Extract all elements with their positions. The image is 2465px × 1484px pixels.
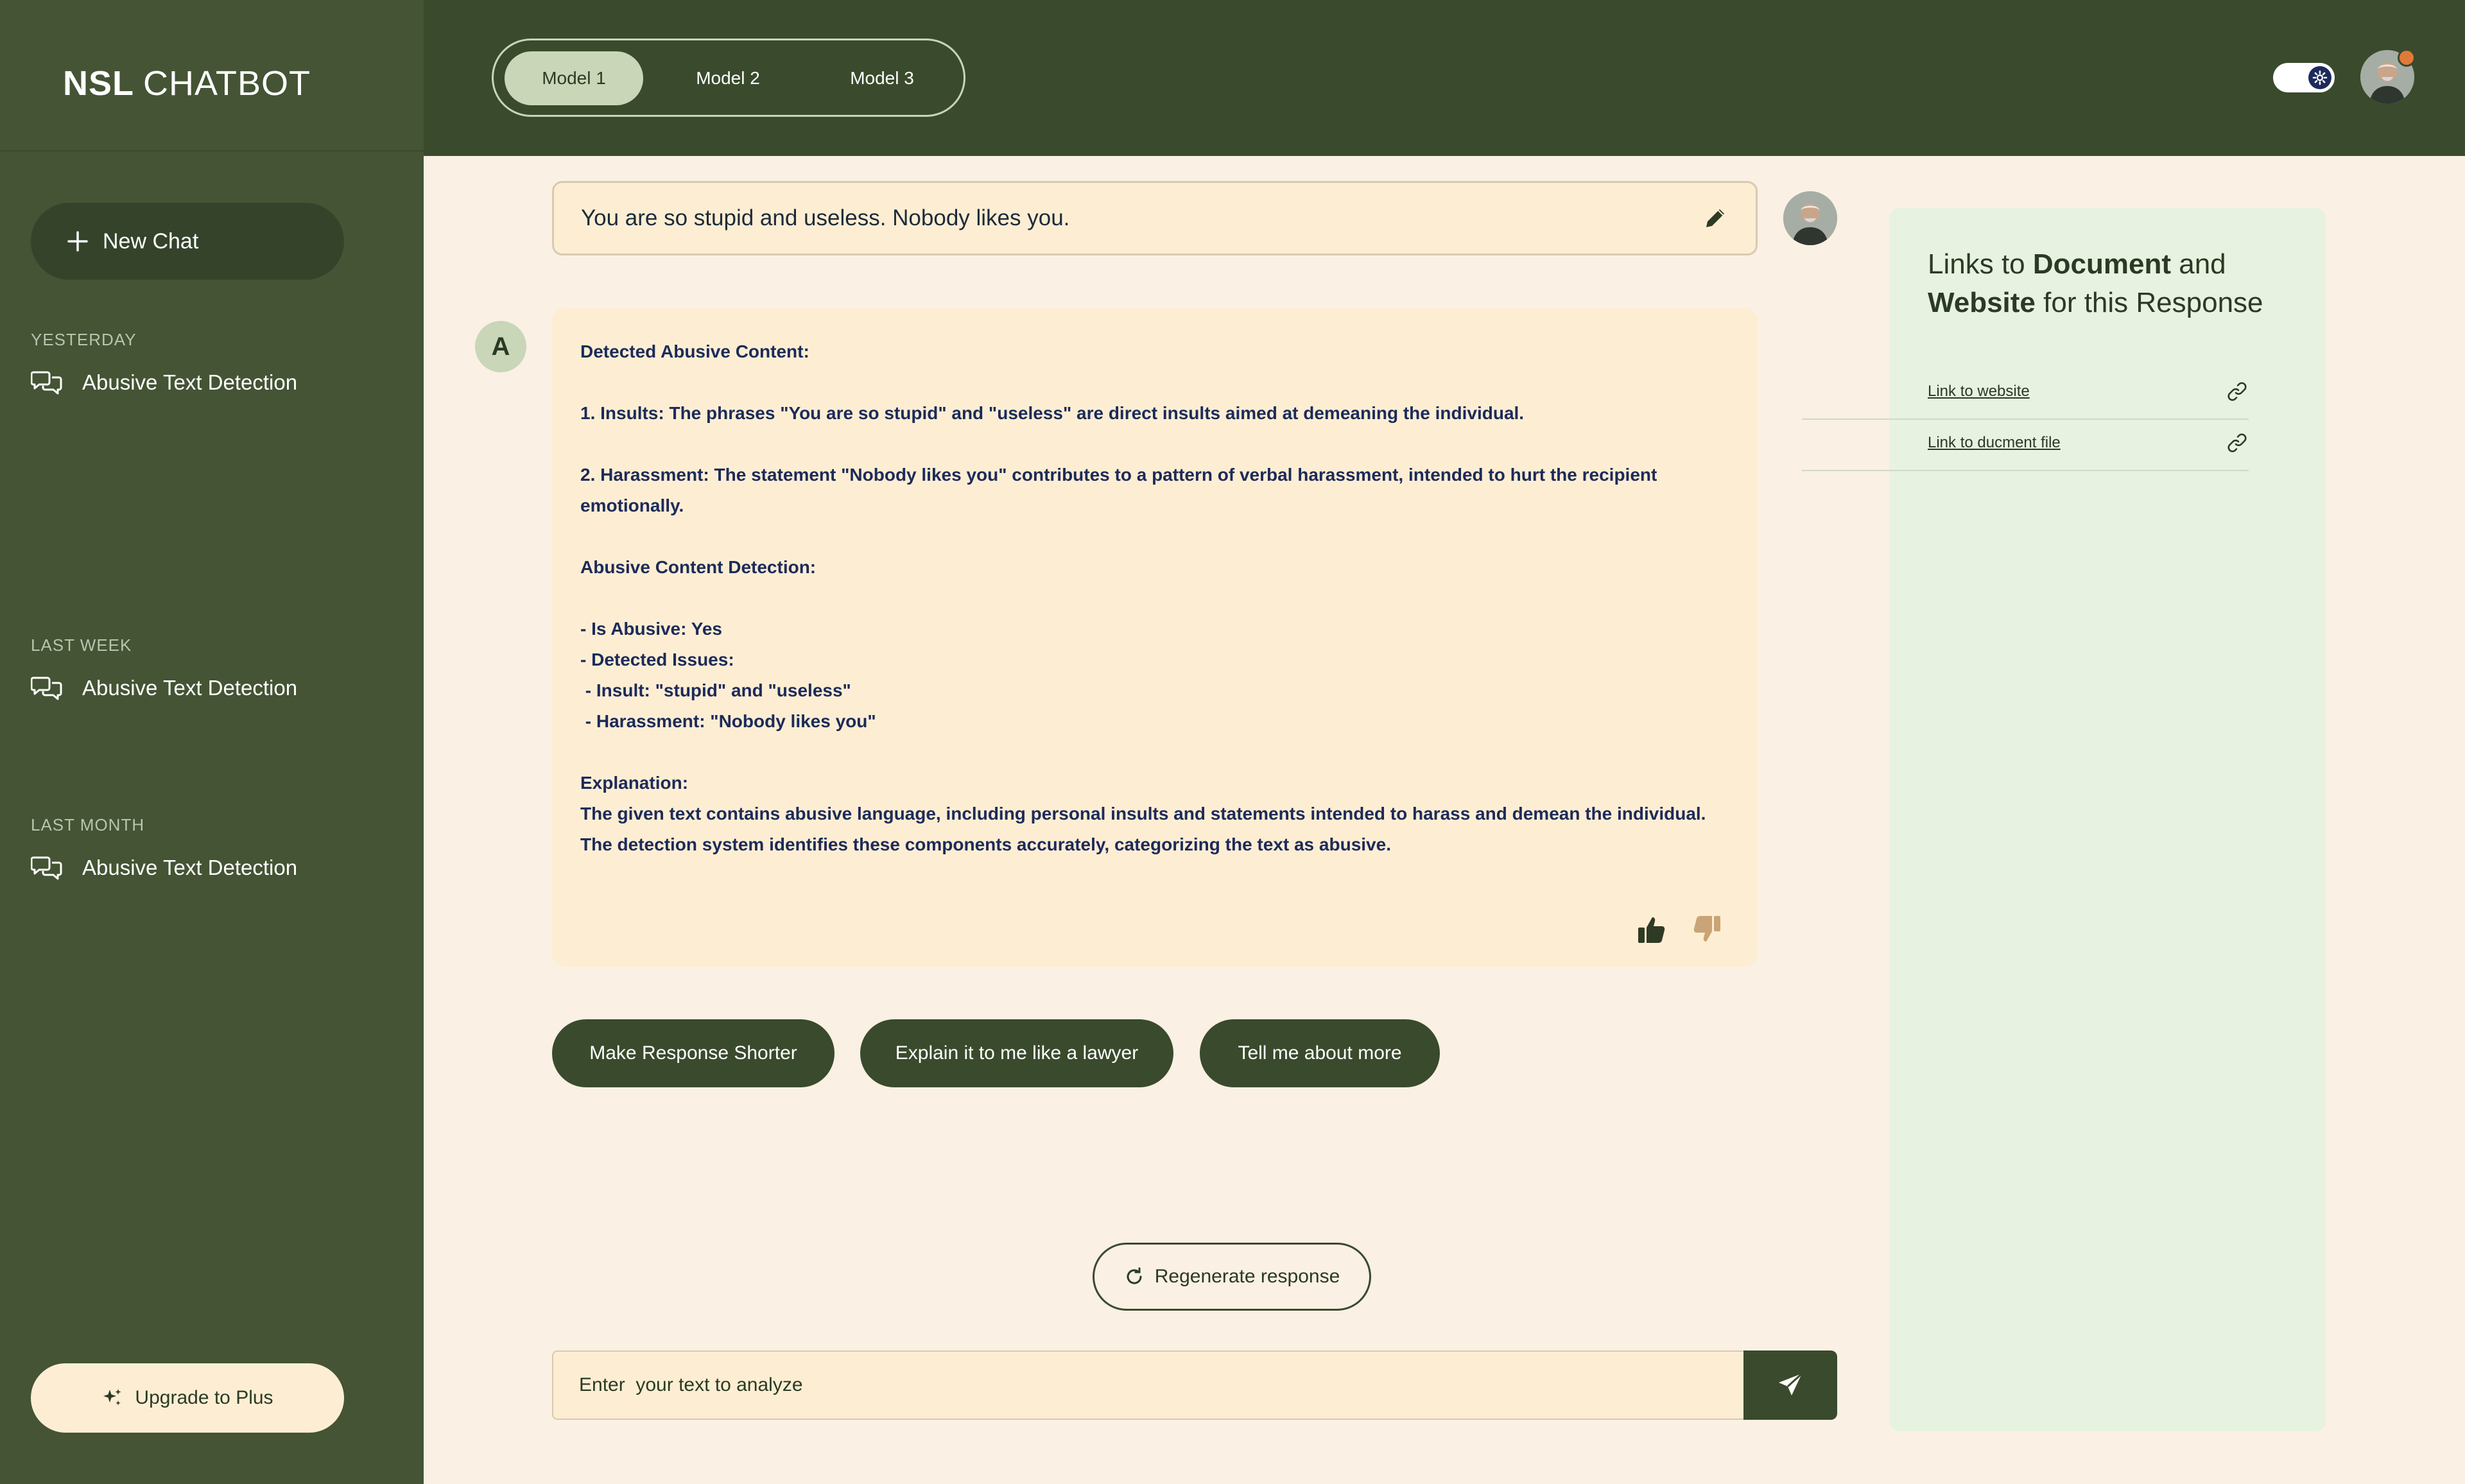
brand-logo: NSL CHATBOT xyxy=(63,62,311,105)
top-bar: Model 1 Model 2 Model 3 xyxy=(424,0,2465,156)
history-item-label: Abusive Text Detection xyxy=(82,370,298,394)
document-link[interactable]: Link to ducment file xyxy=(1928,434,2061,452)
chat-bubbles-icon xyxy=(31,674,63,702)
regenerate-label: Regenerate response xyxy=(1154,1266,1340,1287)
sidebar: NSL CHATBOT New Chat YESTERDAY Abusive T… xyxy=(0,0,424,1484)
section-label-last-month: LAST MONTH xyxy=(31,815,145,834)
pencil-icon xyxy=(1706,209,1724,227)
theme-toggle[interactable] xyxy=(2273,63,2335,92)
bot-avatar: A xyxy=(475,321,526,372)
link-row-website: Link to website xyxy=(1802,368,2249,420)
model-tab-2[interactable]: Model 2 xyxy=(659,51,797,105)
website-link[interactable]: Link to website xyxy=(1928,383,2030,401)
link-icon[interactable] xyxy=(2226,380,2249,403)
title-text: for this Response xyxy=(2035,287,2263,318)
history-item[interactable]: Abusive Text Detection xyxy=(31,366,297,399)
chat-input-bar xyxy=(552,1350,1837,1420)
title-text: Links to xyxy=(1928,248,2033,280)
history-item[interactable]: Abusive Text Detection xyxy=(31,671,297,705)
title-bold: Document xyxy=(2032,248,2171,280)
suggestion-chip-lawyer[interactable]: Explain it to me like a lawyer xyxy=(860,1019,1173,1087)
user-avatar xyxy=(1783,191,1837,245)
profile-avatar[interactable] xyxy=(2360,49,2416,104)
thumbs-up-icon xyxy=(1638,917,1665,943)
section-label-last-week: LAST WEEK xyxy=(31,635,132,655)
links-panel: Links to Document and Website for this R… xyxy=(1802,208,2326,1431)
plus-icon xyxy=(67,230,89,252)
bot-message-text: Detected Abusive Content: 1. Insults: Th… xyxy=(580,341,1706,854)
links-panel-title: Links to Document and Website for this R… xyxy=(1928,245,2313,322)
edit-button[interactable] xyxy=(1700,203,1730,233)
user-message: You are so stupid and useless. Nobody li… xyxy=(552,181,1758,255)
history-item[interactable]: Abusive Text Detection xyxy=(31,851,297,884)
suggestion-chip-more[interactable]: Tell me about more xyxy=(1200,1019,1440,1087)
history-item-label: Abusive Text Detection xyxy=(82,856,298,879)
chat-bubbles-icon xyxy=(31,854,63,882)
upgrade-label: Upgrade to Plus xyxy=(135,1387,273,1408)
new-chat-label: New Chat xyxy=(103,229,199,254)
link-row-document: Link to ducment file xyxy=(1802,420,2249,471)
bot-message: Detected Abusive Content: 1. Insults: Th… xyxy=(552,308,1758,967)
user-message-text: You are so stupid and useless. Nobody li… xyxy=(581,205,1070,230)
title-text: and xyxy=(2171,248,2226,280)
title-bold: Website xyxy=(1928,287,2036,318)
sparkle-icon xyxy=(101,1387,123,1409)
chat-bubbles-icon xyxy=(31,368,63,397)
send-button[interactable] xyxy=(1743,1350,1837,1420)
section-label-yesterday: YESTERDAY xyxy=(31,330,137,349)
thumbs-down-button[interactable] xyxy=(1688,911,1724,947)
thumbs-down-icon xyxy=(1693,916,1720,942)
model-switcher: Model 1 Model 2 Model 3 xyxy=(492,39,965,117)
notification-dot xyxy=(2398,49,2416,67)
upgrade-button[interactable]: Upgrade to Plus xyxy=(31,1363,344,1433)
gear-icon xyxy=(2308,66,2331,89)
brand-rest: CHATBOT xyxy=(143,64,311,103)
regenerate-button[interactable]: Regenerate response xyxy=(1093,1243,1371,1311)
chat-input[interactable] xyxy=(552,1350,1743,1420)
divider xyxy=(0,150,424,151)
send-icon xyxy=(1779,1372,1803,1395)
history-item-label: Abusive Text Detection xyxy=(82,676,298,700)
link-icon[interactable] xyxy=(2226,431,2249,454)
model-tab-3[interactable]: Model 3 xyxy=(813,51,951,105)
suggestion-chip-shorter[interactable]: Make Response Shorter xyxy=(552,1019,835,1087)
new-chat-button[interactable]: New Chat xyxy=(31,203,344,280)
thumbs-up-button[interactable] xyxy=(1634,911,1670,947)
model-tab-1[interactable]: Model 1 xyxy=(505,51,643,105)
refresh-icon xyxy=(1124,1266,1145,1287)
brand-bold: NSL xyxy=(63,64,134,103)
